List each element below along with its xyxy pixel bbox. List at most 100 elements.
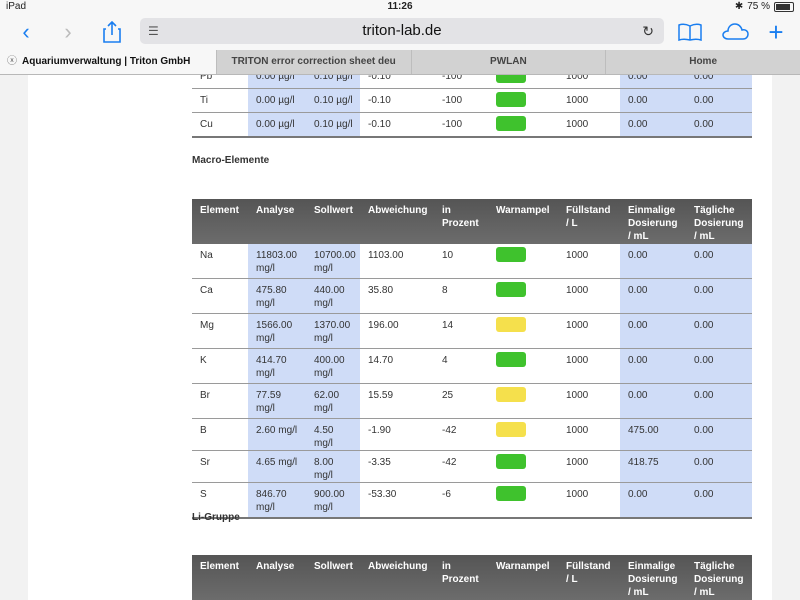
warnampel-yellow xyxy=(496,317,526,332)
table-cell: 196.00 xyxy=(360,313,434,349)
table-cell: 10700.00 mg/l xyxy=(306,244,360,279)
table-cell: -42 xyxy=(434,450,488,483)
table-cell: 1000 xyxy=(558,88,620,113)
column-header: Element xyxy=(192,555,248,600)
reload-icon[interactable]: ↻ xyxy=(642,18,654,44)
bookmarks-button[interactable] xyxy=(672,14,708,50)
table-cell: 10 xyxy=(434,244,488,279)
address-bar[interactable]: ☰ triton-lab.de ↻ xyxy=(140,18,664,44)
column-header: Einmalige Dosierung / mL xyxy=(620,555,686,600)
column-header: Tägliche Dosierung / mL xyxy=(686,199,752,244)
warning-light-cell xyxy=(488,450,558,483)
table-cell: 440.00 mg/l xyxy=(306,278,360,314)
table-cell: 1370.00 mg/l xyxy=(306,313,360,349)
table-cell: 0.00 xyxy=(686,450,752,483)
table-cell: 1000 xyxy=(558,450,620,483)
close-tab-icon[interactable]: ⓧ xyxy=(7,50,17,74)
table-cell: -6 xyxy=(434,482,488,519)
share-button[interactable] xyxy=(94,14,130,50)
table-cell: 0.00 µg/l xyxy=(248,75,306,89)
table-cell: 400.00 mg/l xyxy=(306,348,360,384)
table-cell: B xyxy=(192,418,248,451)
column-header: Füllstand / L xyxy=(558,555,620,600)
bluetooth-icon: ✱ xyxy=(734,1,744,12)
tab-aquariumverwaltung[interactable]: ⓧ Aquariumverwaltung | Triton GmbH xyxy=(0,50,216,74)
column-header: Sollwert xyxy=(306,555,360,600)
table-cell: -0.10 xyxy=(360,75,434,89)
browser-toolbar: ‹ › ☰ triton-lab.de ↻ + xyxy=(0,14,800,50)
table-cell: 0.00 xyxy=(620,112,686,138)
table-cell: Sr xyxy=(192,450,248,483)
table-cell: 0.00 xyxy=(686,348,752,384)
plus-icon: + xyxy=(768,16,784,47)
chevron-right-icon: › xyxy=(64,19,72,44)
table-row: B 2.60 mg/l 4.50 mg/l -1.90 -42 1000 475.00 0.0… xyxy=(192,418,752,451)
icloud-tabs-button[interactable] xyxy=(717,14,753,50)
column-header: Analyse xyxy=(248,555,306,600)
macro-header-row: Element Analyse Sollwert Abweichung in Proze… xyxy=(192,199,752,244)
li-table-wrap: Element Analyse Sollwert Abweichung in Proze… xyxy=(192,555,752,600)
table-cell: Ti xyxy=(192,88,248,113)
table-cell: 0.00 xyxy=(620,244,686,279)
table-cell: -100 xyxy=(434,88,488,113)
column-header: in Prozent xyxy=(434,555,488,600)
table-cell: 900.00 mg/l xyxy=(306,482,360,519)
table-cell: 1000 xyxy=(558,482,620,519)
table-cell: 1000 xyxy=(558,383,620,419)
column-header: Element xyxy=(192,199,248,244)
table-cell: 0.00 xyxy=(686,88,752,113)
trace-elements-table: Pb 0.00 µg/l 0.10 µg/l -0.10 -100 1000 0.00 0.0… xyxy=(192,75,752,138)
table-cell: 0.00 µg/l xyxy=(248,112,306,138)
table-cell: -0.10 xyxy=(360,112,434,138)
table-cell: 0.00 xyxy=(620,482,686,519)
warning-light-cell xyxy=(488,278,558,314)
forward-button[interactable]: › xyxy=(50,14,86,50)
table-cell: 1000 xyxy=(558,418,620,451)
warnampel-yellow xyxy=(496,387,526,402)
back-button[interactable]: ‹ xyxy=(8,14,44,50)
warning-light-cell xyxy=(488,383,558,419)
table-cell: Mg xyxy=(192,313,248,349)
warnampel-green xyxy=(496,116,526,131)
table-cell: 8 xyxy=(434,278,488,314)
table-cell: 4.65 mg/l xyxy=(248,450,306,483)
column-header: Abweichung xyxy=(360,555,434,600)
table-cell: 0.00 xyxy=(686,482,752,519)
table-cell: 8.00 mg/l xyxy=(306,450,360,483)
table-cell: 1566.00 mg/l xyxy=(248,313,306,349)
macro-table-wrap: Element Analyse Sollwert Abweichung in Proze… xyxy=(192,199,752,519)
column-header: Sollwert xyxy=(306,199,360,244)
tab-bar: ⓧ Aquariumverwaltung | Triton GmbH TRITO… xyxy=(0,50,800,75)
warnampel-yellow xyxy=(496,422,526,437)
table-cell: 1000 xyxy=(558,278,620,314)
table-row: Sr 4.65 mg/l 8.00 mg/l -3.35 -42 1000 418.75 0.… xyxy=(192,450,752,483)
new-tab-button[interactable]: + xyxy=(758,14,794,50)
warnampel-green xyxy=(496,486,526,501)
table-cell: 0.00 xyxy=(620,88,686,113)
li-section-title: Li-Gruppe xyxy=(192,512,240,523)
table-cell: Ca xyxy=(192,278,248,314)
table-cell: 418.75 xyxy=(620,450,686,483)
clock: 11:26 xyxy=(387,1,413,12)
table-cell: 0.10 µg/l xyxy=(306,75,360,89)
table-cell: 14 xyxy=(434,313,488,349)
web-page: Pb 0.00 µg/l 0.10 µg/l -0.10 -100 1000 0.00 0.0… xyxy=(28,75,772,600)
reader-icon[interactable]: ☰ xyxy=(148,18,159,44)
tab-pwlan[interactable]: PWLAN xyxy=(410,50,606,74)
table-row: S 846.70 mg/l 900.00 mg/l -53.30 -6 1000 0.00 0… xyxy=(192,482,752,519)
table-cell: Br xyxy=(192,383,248,419)
tab-home[interactable]: Home xyxy=(605,50,800,74)
table-cell: -100 xyxy=(434,112,488,138)
table-cell: 4 xyxy=(434,348,488,384)
table-cell: 0.00 xyxy=(620,313,686,349)
table-cell: -100 xyxy=(434,75,488,89)
table-cell: Pb xyxy=(192,75,248,89)
li-header-row: Element Analyse Sollwert Abweichung in Proze… xyxy=(192,555,752,600)
table-cell: 0.00 xyxy=(686,383,752,419)
warnampel-green xyxy=(496,247,526,262)
table-cell: Na xyxy=(192,244,248,279)
table-cell: -42 xyxy=(434,418,488,451)
tab-triton-error-sheet[interactable]: TRITON error correction sheet deu xyxy=(215,50,411,74)
li-group-table: Element Analyse Sollwert Abweichung in Proze… xyxy=(192,555,752,600)
table-cell: -53.30 xyxy=(360,482,434,519)
